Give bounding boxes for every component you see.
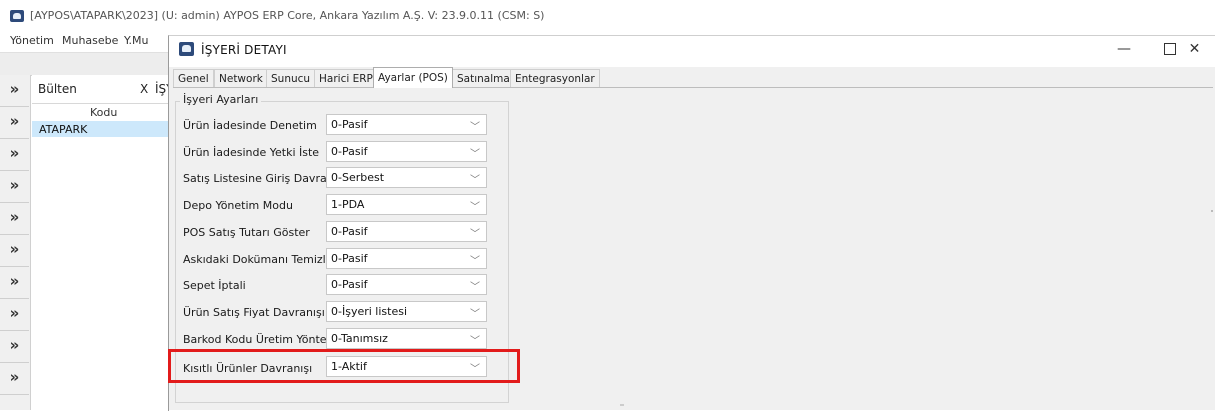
chevron-down-icon: ﹀ bbox=[470, 229, 480, 240]
divider bbox=[620, 404, 624, 406]
dropdown-value: 1-PDA bbox=[331, 198, 365, 211]
chevron-down-icon: ﹀ bbox=[470, 122, 480, 133]
chevron-down-icon: ﹀ bbox=[470, 256, 480, 267]
dropdown-value: 0-Pasif bbox=[331, 225, 368, 238]
expand-chevron-icon[interactable]: » bbox=[0, 203, 29, 235]
expand-chevron-icon[interactable]: » bbox=[0, 235, 29, 267]
tab-genel[interactable]: Genel bbox=[173, 69, 214, 87]
dropdown-value: 0-Pasif bbox=[331, 118, 368, 131]
expand-chevron-icon[interactable]: » bbox=[0, 331, 29, 363]
tab-sunucu[interactable]: Sunucu bbox=[266, 69, 316, 87]
chevron-down-icon: ﹀ bbox=[470, 175, 480, 186]
setting-label: Ürün Satış Fiyat Davranışı bbox=[183, 306, 325, 319]
setting-label: Satış Listesine Giriş Davranışı bbox=[183, 172, 346, 185]
dropdown-value: 0-Serbest bbox=[331, 171, 385, 184]
expand-chevron-icon[interactable]: » bbox=[0, 139, 29, 171]
dropdown-value: 0-Pasif bbox=[331, 145, 368, 158]
dropdown-value: 0-Pasif bbox=[331, 278, 368, 291]
setting-dropdown[interactable]: 0-Serbest ﹀ bbox=[326, 167, 487, 188]
setting-label: Depo Yönetim Modu bbox=[183, 199, 293, 212]
setting-dropdown[interactable]: 0-Pasif ﹀ bbox=[326, 114, 487, 135]
menu-yonetim[interactable]: Yönetim bbox=[10, 34, 54, 47]
app-icon bbox=[10, 10, 24, 22]
expand-chevron-icon[interactable]: » bbox=[0, 75, 29, 107]
menu-muhasebe[interactable]: Muhasebe bbox=[62, 34, 118, 47]
setting-dropdown[interactable]: 0-Tanımsız ﹀ bbox=[326, 328, 487, 349]
dropdown-value: 0-Tanımsız bbox=[331, 332, 388, 345]
setting-label: Ürün İadesinde Yetki İste bbox=[183, 146, 320, 159]
setting-label: Sepet İptali bbox=[183, 279, 246, 292]
expand-chevron-icon[interactable]: » bbox=[0, 267, 29, 299]
tab-entegrasyonlar[interactable]: Entegrasyonlar bbox=[510, 69, 600, 87]
setting-label: POS Satış Tutarı Göster bbox=[183, 226, 310, 239]
menu-ymu[interactable]: Y.Mu bbox=[124, 34, 148, 47]
setting-label: Askıdaki Dokümanı Temizle bbox=[183, 253, 333, 266]
dialog-titlebar[interactable] bbox=[169, 36, 1215, 67]
setting-dropdown[interactable]: 0-Pasif ﹀ bbox=[326, 141, 487, 162]
main-window-title: [AYPOS\ATAPARK\2023] (U: admin) AYPOS ER… bbox=[30, 9, 545, 22]
tab-bulten[interactable]: Bülten bbox=[38, 82, 77, 96]
setting-label: Barkod Kodu Üretim Yöntemi bbox=[183, 333, 341, 346]
dialog-title: İŞYERİ DETAYI bbox=[201, 43, 287, 57]
expand-chevron-icon[interactable]: » bbox=[0, 299, 29, 331]
highlight-annotation bbox=[168, 349, 520, 383]
divider bbox=[1211, 210, 1213, 212]
expand-chevron-icon[interactable]: » bbox=[0, 363, 29, 395]
tab-close-icon[interactable]: X bbox=[140, 82, 148, 96]
chevron-down-icon: ﹀ bbox=[470, 282, 480, 293]
expand-chevron-icon[interactable]: » bbox=[0, 107, 29, 139]
grid-body bbox=[32, 137, 168, 410]
tab-harici-erp[interactable]: Harici ERP bbox=[314, 69, 378, 87]
tab-ayarlar-pos[interactable]: Ayarlar (POS) bbox=[373, 67, 453, 88]
chevron-down-icon: ﹀ bbox=[470, 202, 480, 213]
setting-dropdown[interactable]: 0-Pasif ﹀ bbox=[326, 248, 487, 269]
chevron-down-icon: ﹀ bbox=[470, 149, 480, 160]
dropdown-value: 0-İşyeri listesi bbox=[331, 305, 408, 318]
expand-chevron-icon[interactable]: » bbox=[0, 171, 29, 203]
dropdown-value: 0-Pasif bbox=[331, 252, 368, 265]
setting-dropdown[interactable]: 1-PDA ﹀ bbox=[326, 194, 487, 215]
group-title: İşyeri Ayarları bbox=[180, 93, 262, 106]
main-toolbar bbox=[0, 52, 168, 76]
setting-label: Ürün İadesinde Denetim bbox=[183, 119, 317, 132]
setting-dropdown[interactable]: 0-Pasif ﹀ bbox=[326, 274, 487, 295]
table-cell: ATAPARK bbox=[39, 123, 88, 136]
left-nav-panel: » » » » » » » » » » bbox=[0, 75, 31, 410]
chevron-down-icon: ﹀ bbox=[470, 309, 480, 320]
tab-satinalma[interactable]: Satınalma bbox=[452, 69, 515, 87]
chevron-down-icon: ﹀ bbox=[470, 336, 480, 347]
setting-dropdown[interactable]: 0-İşyeri listesi ﹀ bbox=[326, 301, 487, 322]
minimize-button[interactable]: — bbox=[1101, 36, 1147, 64]
app-icon bbox=[179, 42, 194, 56]
setting-dropdown[interactable]: 0-Pasif ﹀ bbox=[326, 221, 487, 242]
tab-network[interactable]: Network bbox=[214, 69, 268, 87]
column-header-kodu[interactable]: Kodu bbox=[90, 106, 117, 119]
close-button[interactable]: ✕ bbox=[1174, 36, 1215, 64]
